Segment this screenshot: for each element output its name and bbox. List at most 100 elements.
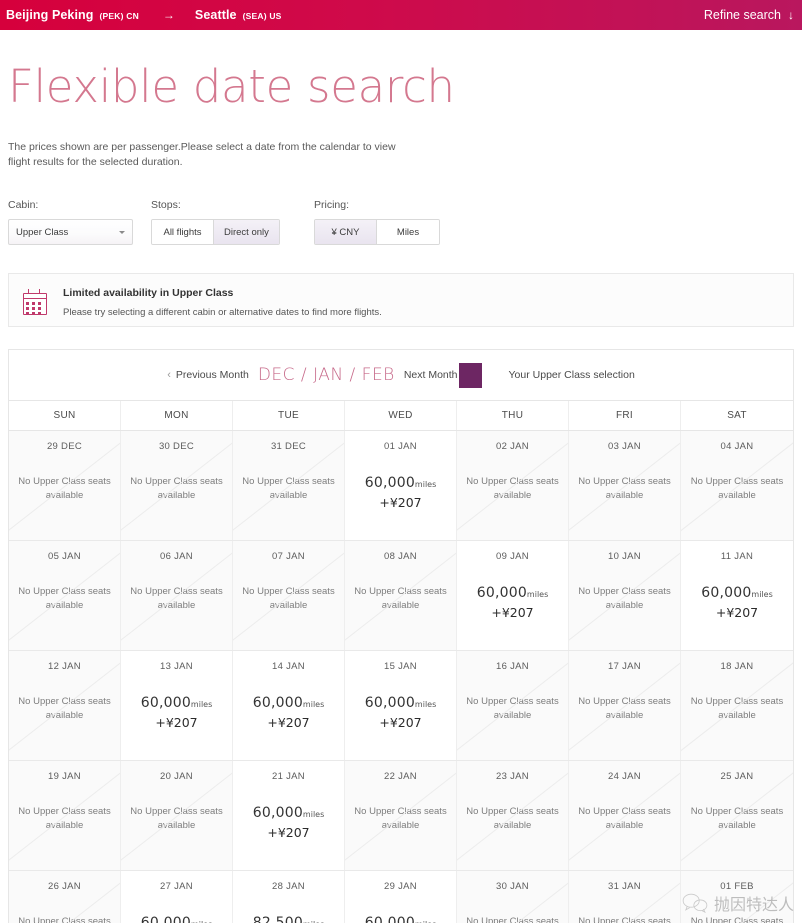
calendar-day-date: 04 JAN xyxy=(720,441,754,452)
calendar-day-available[interactable]: 14 JAN 60,000miles +¥207 xyxy=(233,651,345,760)
pricing-option-cny[interactable]: ¥ CNY xyxy=(315,220,377,244)
calendar-day-miles: 60,000miles xyxy=(140,695,213,711)
calendar-day-no-seats: No Upper Class seats available xyxy=(354,806,447,831)
route-summary[interactable]: Beijing Peking (PEK) CN → Seattle (SEA) … xyxy=(6,8,282,22)
refine-search-button[interactable]: Refine search ↓ xyxy=(704,8,794,22)
pricing-filter-group: Pricing: ¥ CNY Miles xyxy=(314,199,440,245)
calendar-day-unavailable: 22 JAN No Upper Class seats available xyxy=(345,761,457,870)
calendar-day-body: 60,000miles +¥207 xyxy=(121,695,232,730)
calendar-day-miles-unit: miles xyxy=(526,590,549,599)
flexible-date-calendar: ‹ Previous Month DEC / JAN / FEB Next Mo… xyxy=(8,349,794,923)
calendar-day-cash: +¥207 xyxy=(155,715,198,730)
day-header-fri: FRI xyxy=(569,401,681,430)
calendar-day-miles: 60,000miles xyxy=(252,695,325,711)
calendar-day-body: No Upper Class seats available xyxy=(457,695,568,723)
calendar-day-cash: +¥207 xyxy=(715,605,759,620)
calendar-day-date: 24 JAN xyxy=(608,771,641,782)
calendar-day-body: No Upper Class seats available xyxy=(569,695,680,723)
calendar-day-date: 22 JAN xyxy=(384,771,417,782)
calendar-day-date: 20 JAN xyxy=(160,771,193,782)
day-header-wed: WED xyxy=(345,401,457,430)
calendar-day-body: 82,500miles+¥246 xyxy=(233,915,344,923)
calendar-day-body: No Upper Class seats available xyxy=(121,475,232,503)
calendar-weeks: 29 DEC No Upper Class seats available 30 D… xyxy=(9,431,793,923)
calendar-day-date: 31 DEC xyxy=(270,441,307,452)
stops-filter-label: Stops: xyxy=(151,199,181,211)
stops-option-all-flights[interactable]: All flights xyxy=(152,220,214,244)
calendar-day-body: No Upper Class seats available xyxy=(9,915,120,923)
calendar-week-row: 29 DEC No Upper Class seats available 30 D… xyxy=(9,431,793,541)
calendar-day-miles: 82,500miles xyxy=(233,915,344,923)
calendar-day-unavailable: 10 JAN No Upper Class seats available xyxy=(569,541,681,650)
calendar-day-no-seats: No Upper Class seats available xyxy=(130,586,223,611)
calendar-icon xyxy=(23,289,49,315)
calendar-day-date: 29 JAN xyxy=(384,881,417,892)
cabin-filter-group: Cabin: Upper Class xyxy=(8,199,151,245)
calendar-day-body: No Upper Class seats available xyxy=(9,475,120,503)
calendar-day-cash: +¥207 xyxy=(267,715,310,730)
calendar-day-date: 11 JAN xyxy=(720,551,754,562)
refine-search-label: Refine search xyxy=(703,8,781,22)
calendar-day-unavailable: 19 JAN No Upper Class seats available xyxy=(9,761,121,870)
calendar-day-unavailable: 23 JAN No Upper Class seats available xyxy=(457,761,569,870)
calendar-day-miles-unit: miles xyxy=(302,810,325,819)
calendar-day-unavailable: 30 JAN No Upper Class seats available xyxy=(457,871,569,923)
day-header-sat: SAT xyxy=(727,410,747,421)
month-navigation: ‹ Previous Month DEC / JAN / FEB Next Mo… xyxy=(9,350,793,400)
calendar-day-miles: 60,000miles xyxy=(252,805,325,821)
calendar-day-no-seats: No Upper Class seats available xyxy=(466,476,559,501)
calendar-day-no-seats: No Upper Class seats available xyxy=(130,476,223,501)
calendar-day-unavailable: 31 DEC No Upper Class seats available xyxy=(233,431,345,540)
chevron-left-icon[interactable]: ‹ xyxy=(167,369,171,381)
calendar-day-no-seats: No Upper Class seats available xyxy=(18,586,111,611)
calendar-day-available[interactable]: 09 JAN 60,000miles +¥207 xyxy=(457,541,569,650)
calendar-week-row: 26 JAN No Upper Class seats available 27 J… xyxy=(9,871,793,923)
calendar-day-available[interactable]: 28 JAN 82,500miles+¥246 xyxy=(233,871,345,923)
previous-month-button[interactable]: Previous Month xyxy=(176,369,249,381)
calendar-day-no-seats: No Upper Class seats available xyxy=(242,586,335,611)
calendar-day-available[interactable]: 01 JAN 60,000miles +¥207 xyxy=(345,431,457,540)
calendar-day-date: 19 JAN xyxy=(48,771,81,782)
calendar-day-miles-unit: miles xyxy=(414,700,437,709)
calendar-day-no-seats: No Upper Class seats available xyxy=(578,696,671,721)
calendar-day-date: 28 JAN xyxy=(272,881,305,892)
calendar-day-unavailable: 30 DEC No Upper Class seats available xyxy=(121,431,233,540)
calendar-day-available[interactable]: 11 JAN 60,000miles +¥207 xyxy=(681,541,793,650)
calendar-day-date: 08 JAN xyxy=(384,551,417,562)
calendar-day-date: 10 JAN xyxy=(608,551,641,562)
calendar-day-date: 15 JAN xyxy=(384,661,417,672)
stops-option-direct-only[interactable]: Direct only xyxy=(214,220,279,244)
calendar-day-body: 60,000miles +¥207 xyxy=(233,805,344,840)
calendar-day-unavailable: 12 JAN No Upper Class seats available xyxy=(9,651,121,760)
calendar-day-miles-unit: miles xyxy=(302,700,325,709)
selection-color-swatch xyxy=(458,362,482,388)
calendar-day-body: No Upper Class seats available xyxy=(569,585,680,613)
calendar-day-no-seats: No Upper Class seats available xyxy=(578,476,671,501)
cabin-filter-label: Cabin: xyxy=(8,199,39,211)
calendar-day-date: 01 JAN xyxy=(384,441,417,452)
pricing-option-miles[interactable]: Miles xyxy=(377,220,439,244)
origin-city: Beijing Peking xyxy=(6,8,94,22)
calendar-day-available[interactable]: 21 JAN 60,000miles +¥207 xyxy=(233,761,345,870)
calendar-week-row: 19 JAN No Upper Class seats available 20 J… xyxy=(9,761,793,871)
calendar-day-available[interactable]: 29 JAN 60,000miles+¥207 xyxy=(345,871,457,923)
page-title: Flexible date search xyxy=(8,60,455,113)
calendar-day-no-seats: No Upper Class seats available xyxy=(242,476,335,501)
calendar-day-available[interactable]: 15 JAN 60,000miles +¥207 xyxy=(345,651,457,760)
cabin-select-value: Upper Class xyxy=(16,226,69,238)
calendar-day-date: 23 JAN xyxy=(496,771,529,782)
calendar-day-date: 09 JAN xyxy=(496,551,529,562)
next-month-button[interactable]: Next Month xyxy=(404,369,458,381)
calendar-day-unavailable: 25 JAN No Upper Class seats available xyxy=(681,761,793,870)
cabin-select[interactable]: Upper Class xyxy=(8,219,133,245)
calendar-day-miles: 60,000miles xyxy=(701,585,773,601)
calendar-day-available[interactable]: 13 JAN 60,000miles +¥207 xyxy=(121,651,233,760)
calendar-week-row: 05 JAN No Upper Class seats available 06 J… xyxy=(9,541,793,651)
calendar-day-miles: 60,000miles xyxy=(345,915,456,923)
calendar-day-available[interactable]: 27 JAN 60,000miles+¥207 xyxy=(121,871,233,923)
calendar-day-miles: 60,000miles xyxy=(364,695,437,711)
destination-airport-code: (SEA) US xyxy=(242,11,282,21)
calendar-day-date: 30 JAN xyxy=(496,881,529,892)
calendar-day-cash: +¥207 xyxy=(491,605,534,620)
calendar-day-unavailable: 05 JAN No Upper Class seats available xyxy=(9,541,121,650)
